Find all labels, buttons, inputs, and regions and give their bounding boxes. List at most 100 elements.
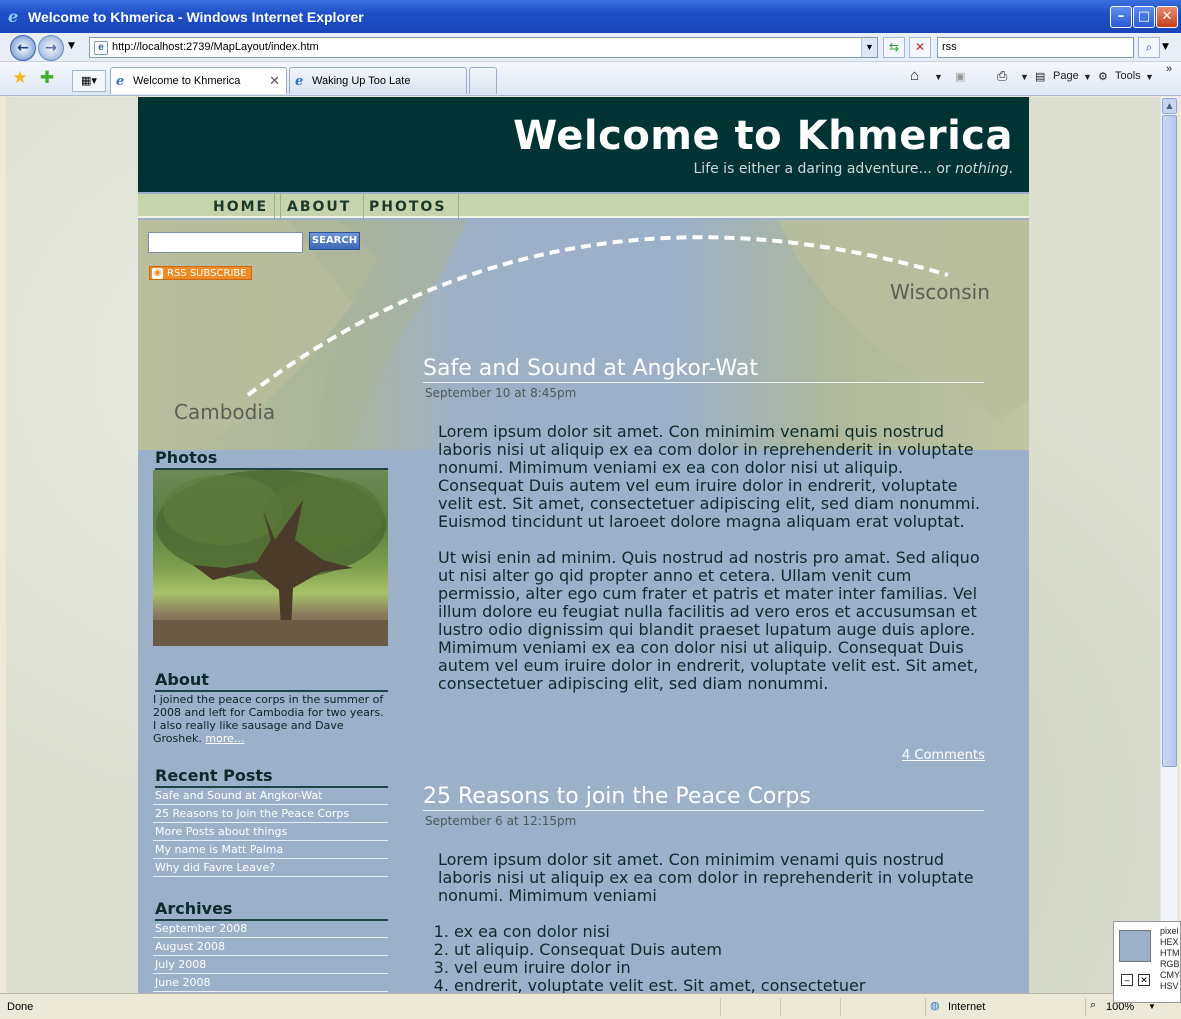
recent-post-link[interactable]: Safe and Sound at Angkor-Wat <box>153 787 388 805</box>
picker-label: HTM <box>1160 948 1180 958</box>
search-input[interactable]: rss <box>937 37 1134 58</box>
maximize-button[interactable]: □ <box>1133 6 1155 28</box>
address-field[interactable]: e http://localhost:2739/MapLayout/index.… <box>89 37 878 58</box>
site-header: Welcome to Khmerica Life is either a dar… <box>138 97 1029 192</box>
recent-post-link[interactable]: 25 Reasons to Join the Peace Corps <box>153 805 388 823</box>
archive-link[interactable]: July 2008 <box>153 956 388 974</box>
toolbar-overflow-icon[interactable]: » <box>1166 63 1172 75</box>
recent-post-link[interactable]: Why did Favre Leave? <box>153 859 388 877</box>
archive-link[interactable]: August 2008 <box>153 938 388 956</box>
tab-ie-icon: e <box>116 74 125 89</box>
home-icon[interactable]: ⌂ <box>910 67 919 84</box>
vertical-scrollbar[interactable]: ▲ <box>1160 97 1177 993</box>
tab-toolbar: ★ ✚ ▦▾ e Welcome to Khmerica ✕ e Waking … <box>0 62 1181 96</box>
about-text: I joined the peace corps in the summer o… <box>153 693 384 745</box>
add-favorites-icon[interactable]: ✚ <box>37 68 57 88</box>
tab-label: Waking Up Too Late <box>312 75 411 87</box>
post-body: Lorem ipsum dolor sit amet. Con minimim … <box>438 851 988 923</box>
picker-label: CMY <box>1160 970 1180 980</box>
list-item: ut aliquip. Consequat Duis autem <box>454 941 964 959</box>
quick-tabs-button[interactable]: ▦▾ <box>72 70 106 92</box>
nav-home[interactable]: HOME <box>201 194 282 218</box>
zoom-icon: ⌕ <box>1090 999 1097 1011</box>
minimize-button[interactable]: – <box>1110 6 1132 28</box>
color-swatch <box>1119 930 1151 962</box>
window-title: Welcome to Khmerica - Windows Internet E… <box>28 9 364 25</box>
post-title[interactable]: 25 Reasons to join the Peace Corps <box>423 784 984 811</box>
sidebar-heading-photos: Photos <box>155 448 388 470</box>
page-menu-icon[interactable]: ▤ <box>1035 70 1045 83</box>
search-options-dropdown-icon[interactable]: ▼ <box>1162 42 1169 52</box>
print-dropdown-icon[interactable]: ▼ <box>1020 72 1029 82</box>
comments-link[interactable]: 4 Comments <box>902 748 985 763</box>
sidebar-heading-archives: Archives <box>155 899 388 921</box>
about-more-link[interactable]: more... <box>205 732 244 745</box>
web-page: Welcome to Khmerica Life is either a dar… <box>138 97 1029 993</box>
status-segment <box>840 998 880 1016</box>
map-banner: Cambodia Wisconsin <box>138 220 1029 450</box>
site-search-input[interactable] <box>148 232 303 253</box>
archive-link[interactable]: September 2008 <box>153 920 388 938</box>
browser-viewport: Welcome to Khmerica Life is either a dar… <box>6 97 1160 993</box>
feeds-icon[interactable]: ▣ <box>955 70 965 83</box>
picker-label: HEX <box>1160 937 1179 947</box>
status-bar: Done ◍ Internet ⌕ 100% ▼ <box>0 993 1181 1019</box>
title-bar: e Welcome to Khmerica - Windows Internet… <box>0 0 1181 33</box>
home-dropdown-icon[interactable]: ▼ <box>934 72 943 82</box>
picker-close-icon[interactable]: ✕ <box>1138 974 1150 986</box>
post-paragraph: Lorem ipsum dolor sit amet. Con minimim … <box>438 850 974 905</box>
nav-photos[interactable]: PHOTOS <box>357 194 460 218</box>
page-icon: e <box>94 41 108 55</box>
zoom-dropdown-icon[interactable]: ▼ <box>1148 1002 1156 1011</box>
tools-dropdown-icon[interactable]: ▼ <box>1145 72 1154 82</box>
address-toolbar: ← → ▼ e http://localhost:2739/MapLayout/… <box>0 33 1181 62</box>
sidebar-heading-about: About <box>155 670 388 692</box>
search-go-icon[interactable]: ⌕ <box>1138 37 1160 58</box>
picker-label: pixel <box>1160 926 1179 936</box>
address-text: http://localhost:2739/MapLayout/index.ht… <box>112 41 319 53</box>
map-label-destination: Wisconsin <box>890 280 990 304</box>
print-icon[interactable]: ⎙ <box>997 68 1007 84</box>
sidebar-heading-recent-posts: Recent Posts <box>155 766 388 788</box>
recent-posts-list: Safe and Sound at Angkor-Wat 25 Reasons … <box>153 787 388 877</box>
rss-icon: ◉ <box>152 268 163 279</box>
history-dropdown-icon[interactable]: ▼ <box>68 41 75 51</box>
scroll-up-icon[interactable]: ▲ <box>1162 98 1177 114</box>
site-search-button[interactable]: SEARCH <box>309 232 360 250</box>
refresh-button[interactable]: ⇆ <box>883 37 905 58</box>
new-tab-button[interactable] <box>469 67 497 94</box>
nav-about[interactable]: ABOUT <box>274 194 365 218</box>
address-dropdown-icon[interactable]: ▼ <box>861 38 877 57</box>
close-window-button[interactable]: ✕ <box>1156 6 1178 28</box>
status-text: Done <box>7 1001 34 1013</box>
page-dropdown-icon[interactable]: ▼ <box>1083 72 1092 82</box>
main-nav: HOME ABOUT PHOTOS <box>138 194 1029 218</box>
list-item: vel eum iruire dolor in <box>454 959 964 977</box>
stop-button[interactable]: ✕ <box>909 37 931 58</box>
color-picker-widget[interactable]: pixel HEX HTM RGB CMY HSV – ✕ <box>1113 921 1181 1003</box>
sidebar-photo-tree[interactable] <box>153 470 388 646</box>
status-segment <box>780 998 840 1016</box>
recent-post-link[interactable]: More Posts about things <box>153 823 388 841</box>
site-title: Welcome to Khmerica <box>513 113 1013 159</box>
tab-close-icon[interactable]: ✕ <box>269 73 280 89</box>
post-paragraph: Ut wisi enin ad minim. Quis nostrud ad n… <box>438 548 980 693</box>
tab-welcome[interactable]: e Welcome to Khmerica ✕ <box>110 67 287 94</box>
rss-subscribe-button[interactable]: ◉ RSS SUBSCRIBE <box>149 266 252 280</box>
tab-label: Welcome to Khmerica <box>133 75 241 87</box>
recent-post-link[interactable]: My name is Matt Palma <box>153 841 388 859</box>
forward-button[interactable]: → <box>38 35 64 61</box>
favorites-star-icon[interactable]: ★ <box>10 68 30 88</box>
tools-menu-label[interactable]: Tools <box>1115 70 1141 82</box>
list-item: endrerit, voluptate velit est. Sit amet,… <box>454 977 964 994</box>
back-button[interactable]: ← <box>10 35 36 61</box>
scroll-thumb[interactable] <box>1162 115 1177 767</box>
tools-gear-icon[interactable]: ⚙ <box>1098 70 1108 83</box>
tab-waking-up[interactable]: e Waking Up Too Late <box>289 67 467 94</box>
picker-minimize-icon[interactable]: – <box>1121 974 1133 986</box>
post-body: Lorem ipsum dolor sit amet. Con minimim … <box>438 423 988 711</box>
page-menu-label[interactable]: Page <box>1053 70 1079 82</box>
archive-link[interactable]: June 2008 <box>153 974 388 992</box>
ie-logo-icon: e <box>8 7 19 26</box>
post-title[interactable]: Safe and Sound at Angkor-Wat <box>423 356 984 383</box>
